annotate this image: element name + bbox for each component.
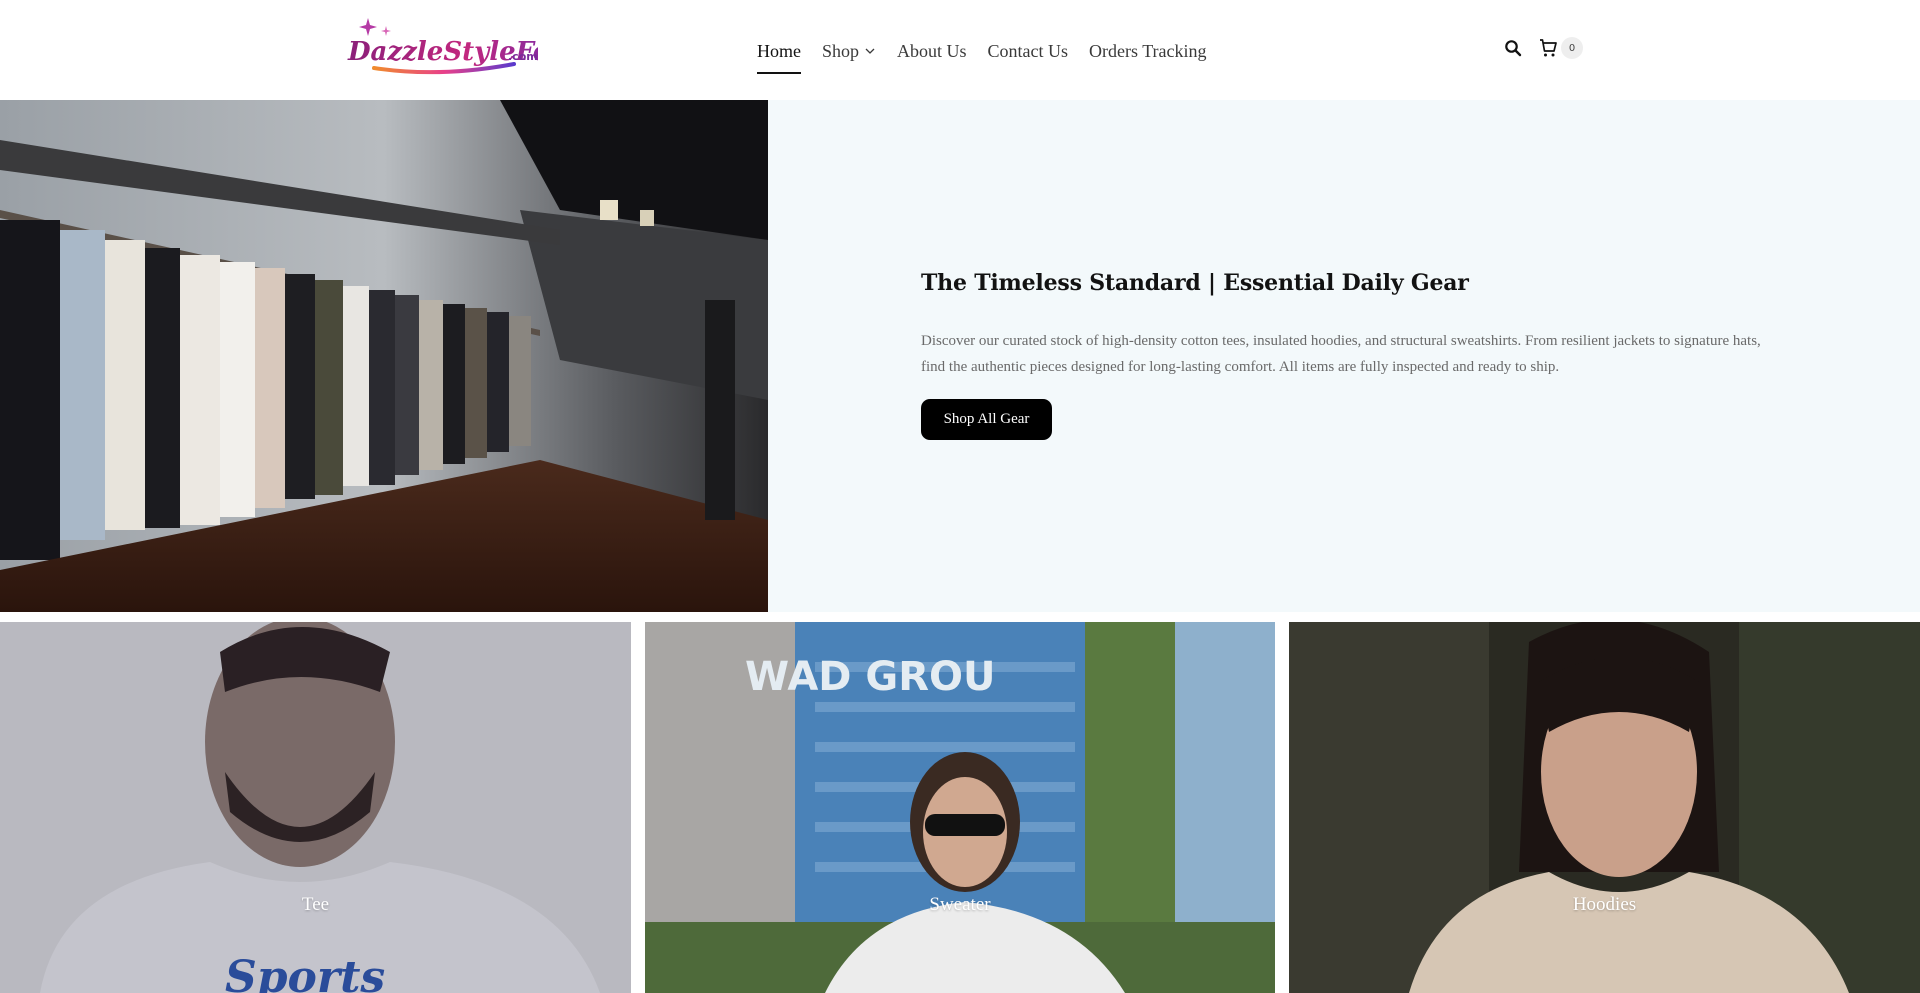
chevron-down-icon: [865, 48, 875, 54]
hero-section: The Timeless Standard | Essential Daily …: [0, 100, 1920, 612]
collection-sweater[interactable]: WAD GROU Sweater: [645, 622, 1275, 993]
nav-home[interactable]: Home: [757, 37, 801, 74]
logo-graphic: DazzleStyleFour .com: [347, 18, 538, 75]
search-button[interactable]: [1501, 36, 1525, 60]
hero-title: The Timeless Standard | Essential Daily …: [921, 270, 1469, 296]
hero-description: Discover our curated stock of high-densi…: [921, 333, 1761, 375]
hero-image: [0, 100, 768, 612]
logo-suffix: .com: [508, 50, 538, 63]
cart-count-badge: 0: [1561, 37, 1583, 59]
cart-icon: [1540, 39, 1557, 57]
search-icon: [1505, 40, 1522, 57]
cart-button[interactable]: 0: [1537, 37, 1583, 59]
nav-about[interactable]: About Us: [897, 37, 967, 65]
collection-sweater-label: Sweater: [929, 894, 991, 915]
sweater-building-text: WAD GROU: [745, 654, 996, 700]
tee-shirt-print-text: Sports: [225, 952, 385, 993]
collection-hoodies-label: Hoodies: [1572, 894, 1637, 915]
nav-home-label: Home: [757, 40, 801, 61]
nav-shop[interactable]: Shop: [822, 37, 876, 65]
collections-section: Sports Tee WAD GROU Sweater Hoodies: [0, 622, 1920, 993]
main-nav: Home Shop About Us Contact Us Orders Tra…: [757, 37, 1228, 74]
collection-tee-image: Sports: [0, 622, 631, 993]
site-logo[interactable]: DazzleStyleFour .com: [344, 12, 538, 84]
collection-tee[interactable]: Sports Tee: [0, 622, 631, 993]
nav-about-label: About Us: [897, 40, 967, 61]
nav-shop-label: Shop: [822, 40, 860, 61]
site-header: DazzleStyleFour .com Home Shop About Us …: [0, 0, 1920, 100]
collection-sweater-image: WAD GROU: [645, 622, 1275, 993]
collection-hoodies-image: [1289, 622, 1920, 993]
shop-all-gear-button[interactable]: Shop All Gear: [921, 399, 1052, 440]
collection-tee-label: Tee: [301, 894, 330, 915]
nav-orders-tracking-label: Orders Tracking: [1089, 40, 1207, 61]
header-icons: 0: [1501, 36, 1583, 60]
nav-contact-label: Contact Us: [987, 40, 1069, 61]
collection-hoodies[interactable]: Hoodies: [1289, 622, 1920, 993]
hero-content: The Timeless Standard | Essential Daily …: [921, 270, 1761, 440]
nav-orders-tracking[interactable]: Orders Tracking: [1089, 37, 1207, 65]
nav-contact[interactable]: Contact Us: [988, 37, 1069, 65]
